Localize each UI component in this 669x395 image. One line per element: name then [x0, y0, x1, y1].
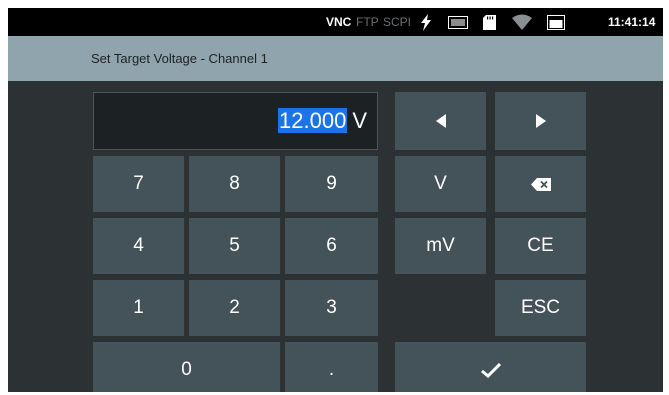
key-8[interactable]: 8 [189, 156, 280, 212]
key-9[interactable]: 9 [285, 156, 378, 212]
escape-button[interactable]: ESC [495, 280, 586, 336]
left-arrow-icon [435, 114, 447, 128]
enter-button[interactable] [395, 342, 586, 392]
clock: 11:41:14 [608, 15, 656, 29]
checkmark-icon [480, 362, 501, 378]
vnc-indicator: VNC [326, 15, 352, 29]
battery-icon [547, 15, 565, 35]
cursor-left-button[interactable] [395, 92, 486, 150]
unit-text: V [352, 108, 367, 133]
dialog-title-bar: Set Target Voltage - Channel 1 [8, 36, 663, 81]
key-2[interactable]: 2 [189, 280, 280, 336]
key-4[interactable]: 4 [93, 218, 184, 274]
cursor-right-button[interactable] [495, 92, 586, 150]
lightning-icon [420, 14, 432, 36]
backspace-button[interactable] [495, 156, 586, 212]
key-5[interactable]: 5 [189, 218, 280, 274]
instrument-screen: VNC FTP SCPI 11:41:14 Set Target Voltage… [8, 8, 663, 392]
key-7[interactable]: 7 [93, 156, 184, 212]
key-1[interactable]: 1 [93, 280, 184, 336]
unit-v-button[interactable]: V [395, 156, 486, 212]
scpi-indicator: SCPI [383, 15, 412, 29]
status-bar: VNC FTP SCPI 11:41:14 [8, 8, 663, 36]
key-3[interactable]: 3 [285, 280, 378, 336]
right-arrow-icon [535, 114, 547, 128]
unit-mv-button[interactable]: mV [395, 218, 486, 274]
sd-card-icon [483, 15, 496, 35]
usb-storage-icon [448, 16, 468, 34]
ftp-indicator: FTP [356, 15, 379, 29]
dialog-title: Set Target Voltage - Channel 1 [91, 51, 268, 66]
value-display[interactable]: 12.000 V [93, 92, 378, 150]
clear-entry-button[interactable]: CE [495, 218, 586, 274]
value-text: 12.000 [278, 108, 348, 133]
key-0[interactable]: 0 [93, 342, 280, 392]
key-6[interactable]: 6 [285, 218, 378, 274]
backspace-icon [530, 177, 551, 191]
key-decimal-point[interactable]: . [285, 342, 378, 392]
wifi-icon [512, 14, 532, 35]
